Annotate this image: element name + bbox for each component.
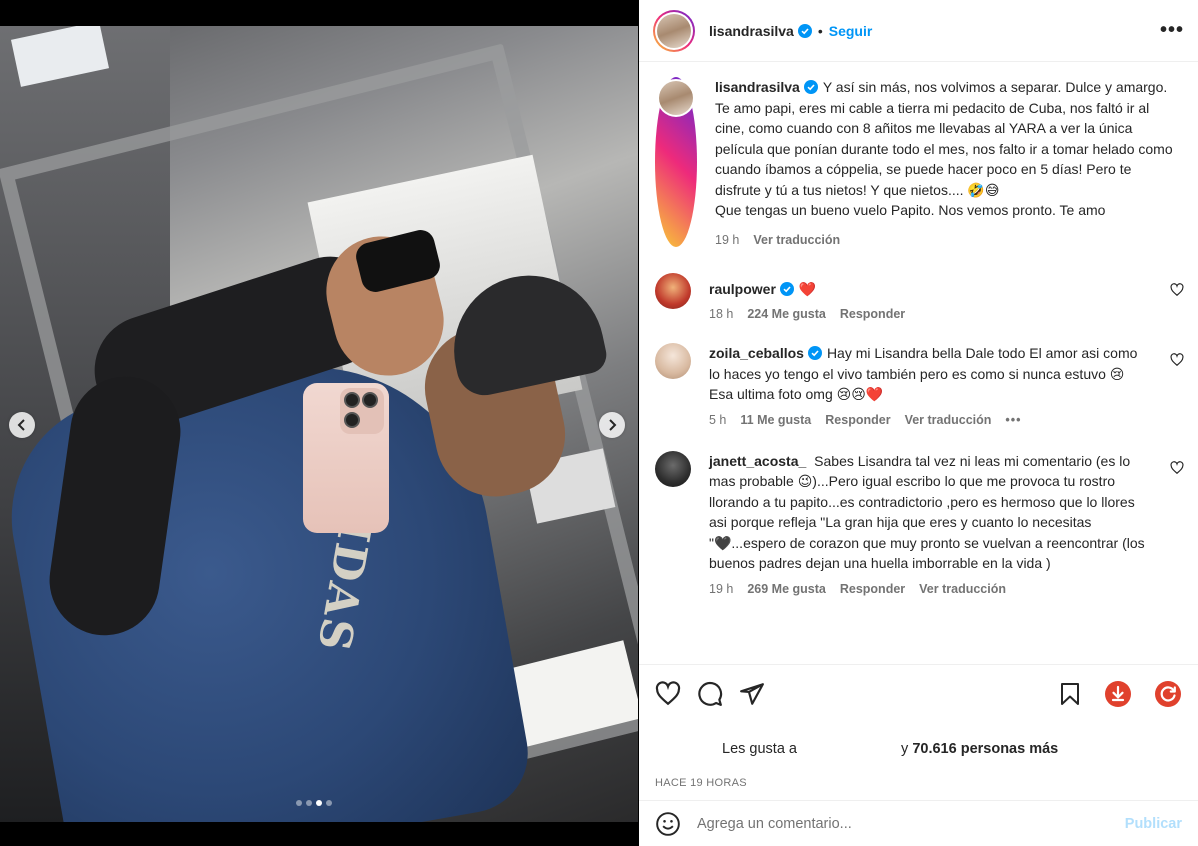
like-heart-icon[interactable] xyxy=(655,681,681,707)
more-options-button[interactable]: ••• xyxy=(1160,19,1184,42)
post-header: lisandrasilva • Seguir ••• xyxy=(639,0,1198,62)
post-modal: ADIDAS lisandrasilva • Seguir ••• lisand… xyxy=(0,0,1198,846)
comment-time[interactable]: 18 h xyxy=(709,307,733,321)
comment-likes[interactable]: 269 Me gusta xyxy=(747,582,826,596)
verified-badge-icon xyxy=(807,346,822,360)
reply-button[interactable]: Responder xyxy=(840,582,905,596)
publish-button[interactable]: Publicar xyxy=(1125,816,1182,832)
caption-username[interactable]: lisandrasilva xyxy=(715,79,800,95)
carousel-dots xyxy=(296,800,332,806)
comment-likes[interactable]: 11 Me gusta xyxy=(740,413,811,427)
likes-prefix: Les gusta a xyxy=(722,741,797,757)
post-photo: ADIDAS xyxy=(0,26,638,822)
commenter-avatar[interactable] xyxy=(655,272,691,309)
emoji-smiley-icon[interactable] xyxy=(655,811,681,837)
save-bookmark-icon[interactable] xyxy=(1058,681,1082,707)
comment-options-button[interactable]: ••• xyxy=(1005,413,1021,427)
follow-button[interactable]: Seguir xyxy=(829,23,873,39)
like-comment-heart-icon[interactable] xyxy=(1170,460,1184,475)
author-username[interactable]: lisandrasilva xyxy=(709,23,794,39)
post-side-panel: lisandrasilva • Seguir ••• lisandrasilva… xyxy=(639,0,1198,846)
comment-item: raulpower ❤️ 18 h 224 Me gusta Responder xyxy=(655,272,1184,321)
verified-badge-icon xyxy=(803,80,818,94)
carousel-dot-active xyxy=(316,800,322,806)
caption-text-line2: Que tengas un bueno vuelo Papito. Nos ve… xyxy=(715,202,1106,218)
comment-composer: Publicar xyxy=(639,800,1198,846)
comment-bubble-icon[interactable] xyxy=(697,681,723,707)
carousel-prev-button[interactable] xyxy=(9,412,35,438)
chevron-left-icon xyxy=(17,419,25,431)
commenter-username[interactable]: raulpower xyxy=(709,281,776,297)
see-translation-link[interactable]: Ver traducción xyxy=(753,233,840,247)
caption-author-avatar[interactable] xyxy=(655,77,697,247)
commenter-username[interactable]: janett_acosta_ xyxy=(709,453,806,469)
likes-and: y xyxy=(901,741,909,757)
commenter-username[interactable]: zoila_ceballos xyxy=(709,345,804,361)
comment-item: janett_acosta_ Sabes Lisandra tal vez ni… xyxy=(655,450,1184,596)
likes-count[interactable]: 70.616 personas más xyxy=(912,741,1058,757)
carousel-dot xyxy=(306,800,312,806)
post-timestamp[interactable]: HACE 19 HORAS xyxy=(655,777,1182,789)
commenter-avatar[interactable] xyxy=(655,343,691,379)
commenter-avatar[interactable] xyxy=(655,450,691,487)
comment-input[interactable] xyxy=(697,815,1125,832)
caption-text: Y así sin más, nos volvimos a separar. D… xyxy=(715,79,1173,198)
author-avatar[interactable] xyxy=(653,9,695,52)
carousel-next-button[interactable] xyxy=(599,412,625,438)
comment-time[interactable]: 5 h xyxy=(709,413,726,427)
download-icon[interactable] xyxy=(1104,680,1132,708)
post-actions: Les gusta a y 70.616 personas más HACE 1… xyxy=(639,664,1198,789)
comment-text: Sabes Lisandra tal vez ni leas mi coment… xyxy=(709,452,1145,572)
chevron-right-icon xyxy=(609,419,617,431)
carousel-dot xyxy=(296,800,302,806)
comment-likes[interactable]: 224 Me gusta xyxy=(747,307,826,321)
carousel-dot xyxy=(326,800,332,806)
reply-button[interactable]: Responder xyxy=(825,413,890,427)
verified-badge-icon xyxy=(779,281,794,296)
comments-list: lisandrasilva Y así sin más, nos volvimos… xyxy=(639,63,1198,663)
repost-icon[interactable] xyxy=(1154,680,1182,708)
likes-summary: Les gusta a y 70.616 personas más xyxy=(655,741,1182,757)
share-paper-plane-icon[interactable] xyxy=(739,681,765,707)
like-comment-heart-icon[interactable] xyxy=(1170,282,1184,297)
caption-time[interactable]: 19 h xyxy=(715,233,739,247)
comment-text: ❤️ xyxy=(798,280,817,297)
comment-time[interactable]: 19 h xyxy=(709,582,733,596)
caption: lisandrasilva Y así sin más, nos volvimos… xyxy=(655,77,1184,247)
see-translation-link[interactable]: Ver traducción xyxy=(919,582,1006,596)
comment-item: zoila_ceballos Hay mi Lisandra bella Dale… xyxy=(655,343,1184,427)
like-comment-heart-icon[interactable] xyxy=(1170,353,1184,367)
see-translation-link[interactable]: Ver traducción xyxy=(905,413,992,427)
reply-button[interactable]: Responder xyxy=(840,307,905,321)
verified-badge-icon xyxy=(797,23,812,38)
